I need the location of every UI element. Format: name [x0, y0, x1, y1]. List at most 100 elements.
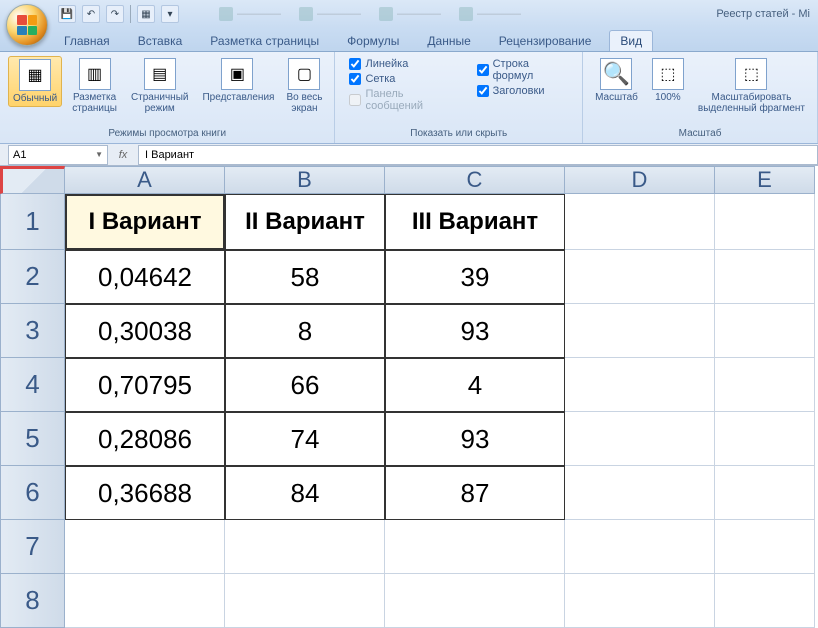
normal-view-icon: ▦ — [19, 59, 51, 91]
col-header-C[interactable]: C — [385, 166, 565, 194]
cell-D5[interactable] — [565, 412, 715, 466]
spreadsheet-grid[interactable]: A B C D E 1 I Вариант II Вариант III Вар… — [0, 166, 818, 628]
formula-input[interactable]: I Вариант — [138, 145, 818, 165]
cell-B2[interactable]: 58 — [225, 250, 385, 304]
row-header-3[interactable]: 3 — [0, 304, 65, 358]
row-header-7[interactable]: 7 — [0, 520, 65, 574]
cell-C6[interactable]: 87 — [385, 466, 565, 520]
cell-C1[interactable]: III Вариант — [385, 194, 565, 250]
row-header-2[interactable]: 2 — [0, 250, 65, 304]
qat-custom-1[interactable]: ▦ — [137, 5, 155, 23]
office-button[interactable] — [6, 4, 48, 46]
cell-C5[interactable]: 93 — [385, 412, 565, 466]
row-header-6[interactable]: 6 — [0, 466, 65, 520]
zoom-100-icon: ⬚ — [652, 58, 684, 90]
zoom-selection-label: Масштабировать выделенный фрагмент — [698, 92, 805, 114]
cell-E6[interactable] — [715, 466, 815, 520]
cell-A6[interactable]: 0,36688 — [65, 466, 225, 520]
qat-separator — [130, 5, 131, 23]
view-page-layout-button[interactable]: ▥ Разметка страницы — [68, 56, 121, 116]
cell-B1[interactable]: II Вариант — [225, 194, 385, 250]
page-break-icon: ▤ — [144, 58, 176, 90]
zoom-100-button[interactable]: ⬚ 100% — [648, 56, 688, 105]
ribbon: ▦ Обычный ▥ Разметка страницы ▤ Страничн… — [0, 52, 818, 144]
cell-B3[interactable]: 8 — [225, 304, 385, 358]
chk-formula-bar[interactable]: Строка формул — [477, 58, 568, 82]
cell-E4[interactable] — [715, 358, 815, 412]
chk-ruler[interactable]: Линейка — [349, 58, 458, 70]
view-custom-button[interactable]: ▣ Представления — [198, 56, 276, 105]
tab-formulas[interactable]: Формулы — [337, 31, 409, 51]
select-all-corner[interactable] — [0, 166, 65, 194]
tab-page-layout[interactable]: Разметка страницы — [200, 31, 329, 51]
col-header-B[interactable]: B — [225, 166, 385, 194]
tab-home[interactable]: Главная — [54, 31, 120, 51]
col-header-E[interactable]: E — [715, 166, 815, 194]
tab-insert[interactable]: Вставка — [128, 31, 193, 51]
cell-A4[interactable]: 0,70795 — [65, 358, 225, 412]
col-header-A[interactable]: A — [65, 166, 225, 194]
tab-review[interactable]: Рецензирование — [489, 31, 602, 51]
zoom-selection-button[interactable]: ⬚ Масштабировать выделенный фрагмент — [694, 56, 809, 116]
cell-C2[interactable]: 39 — [385, 250, 565, 304]
office-logo-icon — [17, 15, 37, 35]
cell-E2[interactable] — [715, 250, 815, 304]
cell-A1[interactable]: I Вариант — [65, 194, 225, 250]
cell-B5[interactable]: 74 — [225, 412, 385, 466]
cell-A7[interactable] — [65, 520, 225, 574]
view-page-break-button[interactable]: ▤ Страничный режим — [127, 56, 193, 116]
view-normal-button[interactable]: ▦ Обычный — [8, 56, 62, 107]
zoom-label: Масштаб — [595, 92, 638, 103]
cell-D4[interactable] — [565, 358, 715, 412]
cell-E7[interactable] — [715, 520, 815, 574]
fx-button[interactable]: fx — [114, 146, 132, 164]
formula-bar: A1 ▼ fx I Вариант — [0, 144, 818, 166]
cell-D8[interactable] — [565, 574, 715, 628]
qat-save-button[interactable]: 💾 — [58, 5, 76, 23]
qat-undo-button[interactable]: ↶ — [82, 5, 100, 23]
name-box[interactable]: A1 ▼ — [8, 145, 108, 165]
zoom-button[interactable]: 🔍 Масштаб — [591, 56, 642, 105]
cell-A3[interactable]: 0,30038 — [65, 304, 225, 358]
view-fullscreen-button[interactable]: ▢ Во весь экран — [282, 56, 326, 116]
zoom-selection-icon: ⬚ — [735, 58, 767, 90]
custom-views-icon: ▣ — [221, 58, 253, 90]
cell-D2[interactable] — [565, 250, 715, 304]
group-zoom-label: Масштаб — [591, 126, 809, 139]
cell-A2[interactable]: 0,04642 — [65, 250, 225, 304]
cell-D7[interactable] — [565, 520, 715, 574]
cell-A5[interactable]: 0,28086 — [65, 412, 225, 466]
cell-D6[interactable] — [565, 466, 715, 520]
tab-view[interactable]: Вид — [609, 30, 653, 51]
qat-dropdown[interactable]: ▾ — [161, 5, 179, 23]
cell-A8[interactable] — [65, 574, 225, 628]
cell-E3[interactable] — [715, 304, 815, 358]
cell-E8[interactable] — [715, 574, 815, 628]
background-windows: ———— ———— ———— ———— — [219, 7, 521, 21]
cell-E1[interactable] — [715, 194, 815, 250]
row-header-8[interactable]: 8 — [0, 574, 65, 628]
quick-access-toolbar: 💾 ↶ ↷ ▦ ▾ — [58, 5, 179, 23]
chk-headings[interactable]: Заголовки — [477, 85, 568, 97]
col-header-D[interactable]: D — [565, 166, 715, 194]
qat-redo-button[interactable]: ↷ — [106, 5, 124, 23]
ribbon-group-zoom: 🔍 Масштаб ⬚ 100% ⬚ Масштабировать выделе… — [583, 52, 818, 143]
zoom-icon: 🔍 — [600, 58, 632, 90]
cell-B4[interactable]: 66 — [225, 358, 385, 412]
row-header-5[interactable]: 5 — [0, 412, 65, 466]
tab-data[interactable]: Данные — [417, 31, 480, 51]
cell-D3[interactable] — [565, 304, 715, 358]
row-header-4[interactable]: 4 — [0, 358, 65, 412]
cell-B6[interactable]: 84 — [225, 466, 385, 520]
view-custom-label: Представления — [202, 92, 272, 103]
cell-C3[interactable]: 93 — [385, 304, 565, 358]
cell-E5[interactable] — [715, 412, 815, 466]
cell-D1[interactable] — [565, 194, 715, 250]
cell-C4[interactable]: 4 — [385, 358, 565, 412]
cell-B8[interactable] — [225, 574, 385, 628]
row-header-1[interactable]: 1 — [0, 194, 65, 250]
cell-C7[interactable] — [385, 520, 565, 574]
chk-gridlines[interactable]: Сетка — [349, 73, 458, 85]
cell-C8[interactable] — [385, 574, 565, 628]
cell-B7[interactable] — [225, 520, 385, 574]
